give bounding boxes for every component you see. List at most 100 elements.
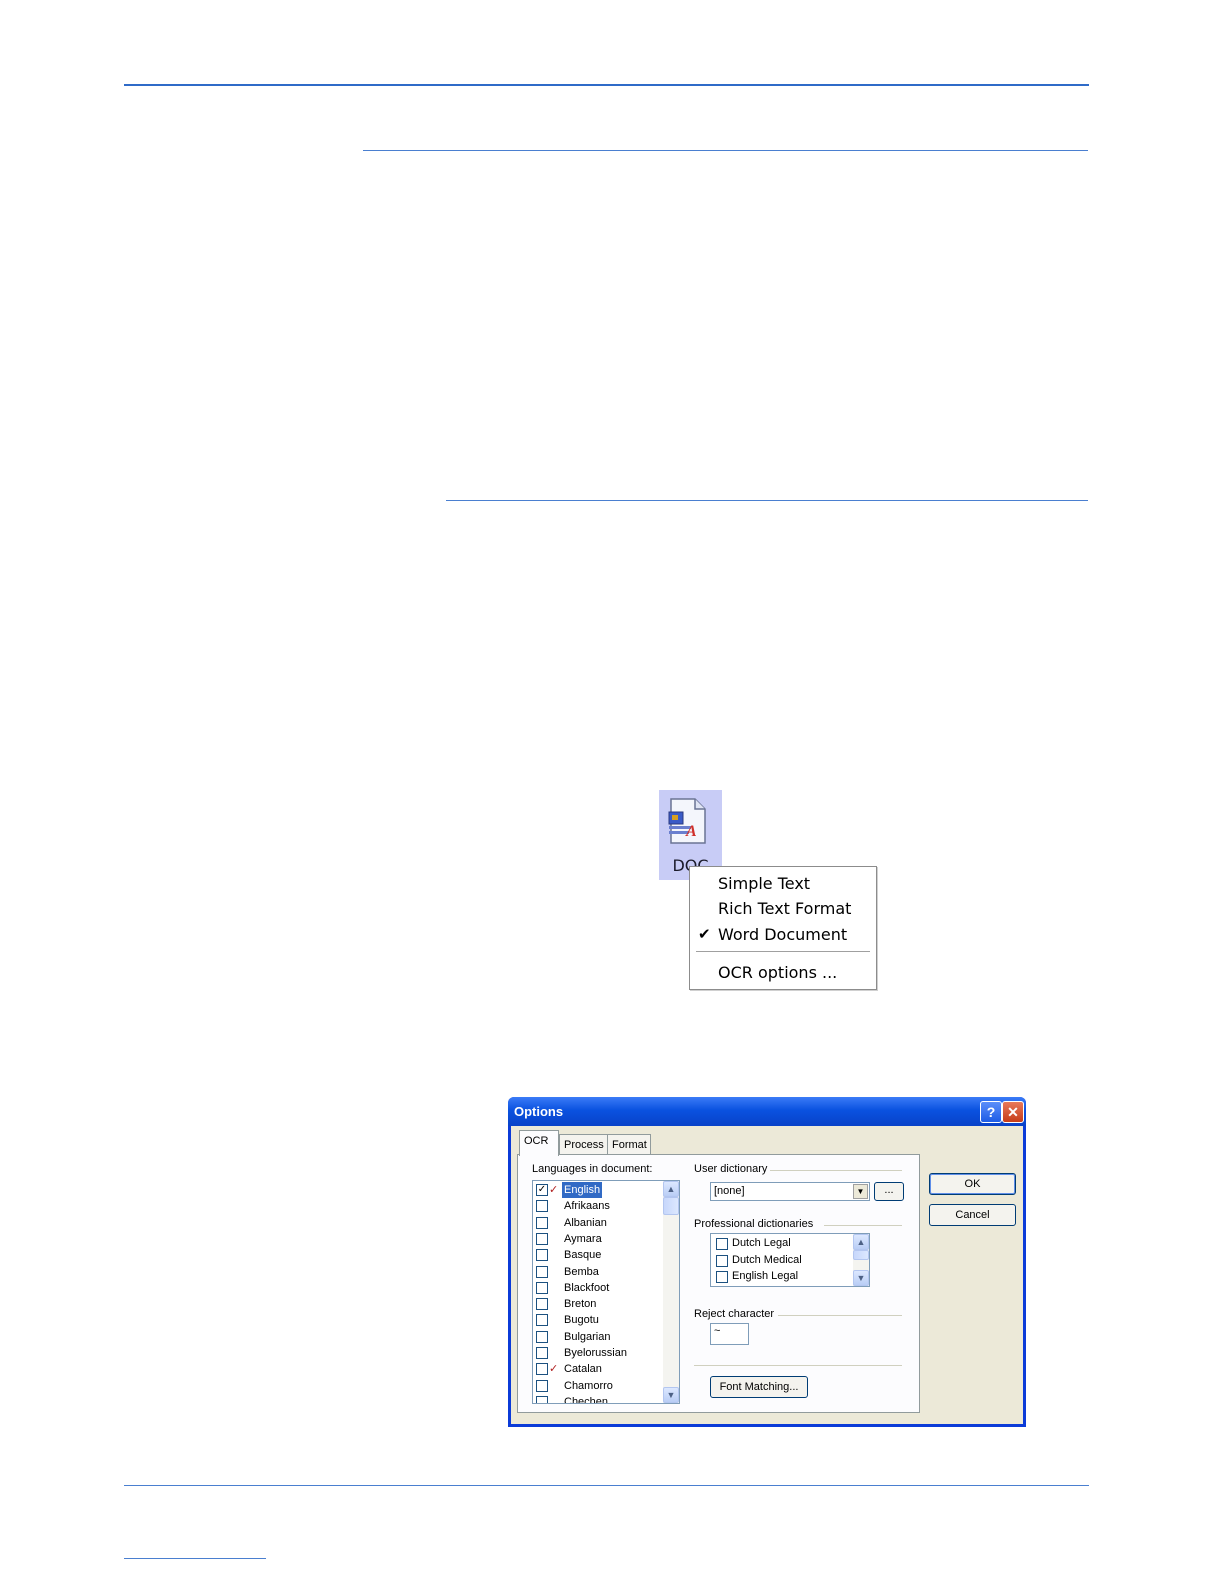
- language-checkbox[interactable]: [536, 1216, 548, 1229]
- language-name: Byelorussian: [564, 1347, 627, 1359]
- dictionary-checkbox[interactable]: [716, 1238, 728, 1250]
- language-checkbox[interactable]: [536, 1298, 548, 1311]
- svg-text:A: A: [685, 823, 697, 840]
- dialog-client: OCR Process Format Languages in document…: [511, 1126, 1023, 1424]
- dictionaries-scrollbar[interactable]: ▲ ▼: [853, 1234, 869, 1286]
- footer-rule: [124, 1485, 1089, 1486]
- reject-character-label: Reject character: [694, 1308, 775, 1320]
- language-checkbox[interactable]: [536, 1200, 548, 1213]
- scroll-up-icon[interactable]: ▲: [853, 1234, 869, 1250]
- language-checkbox[interactable]: [536, 1347, 548, 1359]
- dictionary-available-icon: ✓: [549, 1363, 559, 1376]
- dictionary-name: Dutch Legal: [732, 1237, 791, 1249]
- section-rule-1: [363, 150, 1088, 151]
- language-list-item[interactable]: Aymara: [533, 1231, 663, 1247]
- font-matching-button[interactable]: Font Matching...: [710, 1376, 808, 1398]
- ok-button[interactable]: OK: [929, 1173, 1016, 1195]
- dialog-title: Options: [514, 1104, 564, 1119]
- language-name: Afrikaans: [564, 1200, 610, 1213]
- user-dictionary-select[interactable]: [none] ▼: [710, 1182, 870, 1201]
- language-list-item[interactable]: Bugotu: [533, 1312, 663, 1328]
- options-dialog: Options ? ✕ OCR Process Format Languages…: [508, 1097, 1026, 1427]
- language-list-item[interactable]: Bulgarian: [533, 1329, 663, 1345]
- menu-item-label: OCR options ...: [718, 963, 838, 982]
- reject-character-value: ~: [714, 1325, 721, 1337]
- dictionary-checkbox[interactable]: [716, 1271, 728, 1283]
- languages-label: Languages in document:: [532, 1163, 653, 1175]
- user-dictionary-divider: [770, 1170, 902, 1171]
- format-context-menu: Simple Text Rich Text Format ✔ Word Docu…: [689, 866, 877, 990]
- dictionary-list-item[interactable]: Dutch Medical: [711, 1253, 851, 1269]
- language-list-item[interactable]: Blackfoot: [533, 1280, 663, 1296]
- language-list-item[interactable]: Chamorro: [533, 1378, 663, 1394]
- scroll-thumb[interactable]: [853, 1250, 869, 1260]
- tab-process[interactable]: Process: [559, 1134, 609, 1155]
- language-name: Breton: [564, 1298, 597, 1311]
- menu-item-label: Word Document: [718, 925, 848, 944]
- professional-dictionaries-list[interactable]: English Legal Dutch Medical Dutch Legal ▲ …: [710, 1233, 870, 1287]
- language-name: Bugotu: [564, 1314, 599, 1327]
- reject-character-input[interactable]: ~: [710, 1323, 749, 1345]
- language-list-item[interactable]: Chechen: [533, 1394, 663, 1403]
- cancel-button[interactable]: Cancel: [929, 1204, 1016, 1226]
- menu-item-word-document[interactable]: ✔ Word Document: [690, 922, 876, 946]
- tab-format[interactable]: Format: [607, 1134, 651, 1155]
- language-checkbox[interactable]: [536, 1314, 548, 1327]
- ocr-tab-panel: Languages in document: Chechen Chamorro ✓ C…: [517, 1154, 920, 1413]
- language-name: Aymara: [564, 1232, 602, 1245]
- language-checkbox[interactable]: [536, 1281, 548, 1294]
- dictionary-list-item[interactable]: English Legal: [711, 1269, 851, 1285]
- dialog-titlebar[interactable]: Options ? ✕: [508, 1097, 1026, 1126]
- language-name: Chamorro: [564, 1379, 613, 1392]
- language-checkbox[interactable]: [536, 1363, 548, 1376]
- language-name: Bulgarian: [564, 1330, 611, 1343]
- scroll-down-icon[interactable]: ▼: [663, 1387, 679, 1403]
- help-button[interactable]: ?: [980, 1101, 1002, 1123]
- dictionary-checkbox[interactable]: [716, 1254, 728, 1267]
- tab-ocr[interactable]: OCR: [519, 1130, 559, 1156]
- language-checkbox[interactable]: [536, 1232, 548, 1245]
- language-list-item[interactable]: Afrikaans: [533, 1198, 663, 1214]
- languages-scrollbar[interactable]: ▲ ▼: [663, 1181, 679, 1403]
- scroll-up-icon[interactable]: ▲: [663, 1181, 679, 1197]
- dictionary-name: English Legal: [732, 1270, 799, 1282]
- user-dictionary-value: [none]: [714, 1185, 745, 1197]
- section-rule-2: [446, 500, 1088, 501]
- language-name: Blackfoot: [564, 1281, 610, 1294]
- language-list-item[interactable]: Bemba: [533, 1264, 663, 1280]
- dropdown-arrow-icon[interactable]: ▼: [853, 1184, 868, 1199]
- language-list-item[interactable]: Byelorussian: [533, 1345, 663, 1361]
- language-checkbox[interactable]: [536, 1379, 548, 1392]
- language-checkbox[interactable]: [536, 1249, 548, 1262]
- footer-short-rule: [124, 1558, 266, 1559]
- browse-dictionary-button[interactable]: ...: [874, 1182, 904, 1201]
- menu-item-simple-text[interactable]: Simple Text: [690, 871, 876, 895]
- menu-item-ocr-options[interactable]: OCR options ...: [690, 960, 876, 984]
- reject-divider: [778, 1315, 902, 1316]
- close-button[interactable]: ✕: [1002, 1101, 1024, 1123]
- scroll-thumb[interactable]: [663, 1197, 679, 1215]
- language-checkbox[interactable]: [536, 1395, 548, 1403]
- language-list-item[interactable]: ✓ ✓ English: [533, 1182, 663, 1198]
- languages-listbox[interactable]: Chechen Chamorro ✓ Catalan Byelorussian Bulga…: [532, 1180, 680, 1404]
- dictionary-list-item[interactable]: Dutch Legal: [711, 1236, 851, 1252]
- checkmark-icon: ✔: [698, 925, 711, 943]
- menu-item-label: Rich Text Format: [718, 899, 852, 918]
- document-format-icon: A: [668, 798, 706, 844]
- language-list-item[interactable]: Basque: [533, 1247, 663, 1263]
- language-name: Bemba: [564, 1265, 599, 1278]
- scroll-down-icon[interactable]: ▼: [853, 1270, 869, 1286]
- language-checkbox[interactable]: [536, 1330, 548, 1343]
- language-checkbox[interactable]: ✓: [536, 1184, 548, 1196]
- language-checkbox[interactable]: [536, 1265, 548, 1278]
- language-name: Albanian: [564, 1216, 607, 1229]
- language-list-item[interactable]: Albanian: [533, 1215, 663, 1231]
- menu-item-rich-text-format[interactable]: Rich Text Format: [690, 896, 876, 920]
- language-list-item[interactable]: ✓ Catalan: [533, 1361, 663, 1377]
- dictionary-available-icon: ✓: [549, 1184, 559, 1196]
- language-list-item[interactable]: Breton: [533, 1296, 663, 1312]
- language-name: Catalan: [564, 1363, 602, 1376]
- professional-dictionaries-label: Professional dictionaries: [694, 1218, 814, 1230]
- menu-item-label: Simple Text: [718, 874, 811, 893]
- language-name: Basque: [564, 1249, 602, 1262]
